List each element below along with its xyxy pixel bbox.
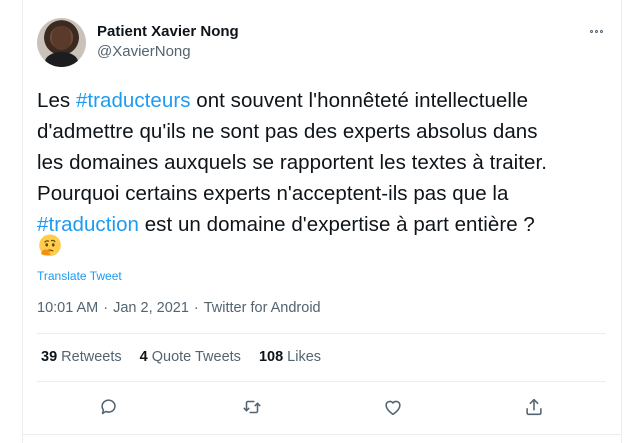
tweet-text-line: les domaines auxquels se rapportent les … [37, 147, 619, 178]
tweet-text-line: Les #traducteurs ont souvent l'honnêteté… [37, 85, 619, 116]
speech-bubble-icon[interactable] [98, 396, 122, 420]
more-dot [589, 29, 593, 33]
tweet-text: Les #traducteurs ont souvent l'honnêteté… [37, 85, 619, 240]
tweet-text-segment: ont souvent l'honnêteté intellectuelle [190, 89, 529, 112]
translate-tweet-link[interactable]: Translate Tweet [37, 269, 122, 283]
tweet-source[interactable]: Twitter for Android [204, 300, 321, 316]
likes-count: 108 [258, 349, 284, 365]
more-dot [599, 29, 603, 33]
author-handle[interactable]: @XavierNong [97, 43, 191, 60]
tweet-stats: 39 Retweets 4 Quote Tweets 108 Likes [41, 349, 339, 365]
card-border-left [22, 0, 23, 443]
card-border-bottom [22, 434, 622, 435]
action-bar [0, 396, 639, 420]
retweets-count: 39 [41, 349, 58, 365]
tweet-text-segment: Pourquoi certains experts n'acceptent-il… [37, 182, 509, 205]
tweet-time[interactable]: 10:01 AM [37, 300, 98, 316]
tweet-text-segment: est un domaine d'expertise à part entièr… [138, 213, 535, 236]
heart-icon[interactable] [382, 396, 406, 420]
author-display-name[interactable]: Patient Xavier Nong [97, 23, 239, 40]
tweet-text-segment: les domaines auxquels se rapportent les … [37, 151, 547, 174]
retweet-arrows-icon[interactable] [241, 396, 265, 420]
likes-stat[interactable]: 108 Likes [259, 349, 321, 365]
avatar-shirt [45, 52, 78, 67]
tweet-meta: 10:01 AM · Jan 2, 2021 · Twitter for Android [37, 300, 321, 316]
meta-separator: · [193, 300, 199, 316]
retweets-label: Retweets [61, 349, 122, 365]
quote-tweets-stat[interactable]: 4 Quote Tweets [140, 349, 241, 365]
tweet-text-line: #traduction est un domaine d'expertise à… [37, 209, 619, 240]
quote-tweets-count: 4 [139, 349, 148, 365]
more-options-icon[interactable] [585, 22, 607, 40]
divider [37, 381, 606, 382]
meta-separator: · [103, 300, 109, 316]
thinking-face-icon [39, 234, 61, 257]
tweet-text-segment: Les [37, 89, 76, 112]
quote-tweets-label: Quote Tweets [151, 349, 241, 365]
card-border-right [621, 0, 622, 443]
retweets-stat[interactable]: 39 Retweets [41, 349, 122, 365]
share-upload-icon[interactable] [523, 396, 547, 420]
tweet-text-line: d'admettre qu'ils ne sont pas des expert… [37, 116, 619, 147]
avatar[interactable] [37, 18, 86, 67]
more-dot [594, 29, 598, 33]
tweet-text-segment: d'admettre qu'ils ne sont pas des expert… [37, 120, 538, 143]
avatar-face [52, 26, 71, 50]
divider [37, 333, 606, 334]
tweet-date[interactable]: Jan 2, 2021 [113, 300, 189, 316]
likes-label: Likes [287, 349, 322, 365]
hashtag-link[interactable]: #traducteurs [76, 89, 191, 112]
tweet-text-line: Pourquoi certains experts n'acceptent-il… [37, 178, 619, 209]
